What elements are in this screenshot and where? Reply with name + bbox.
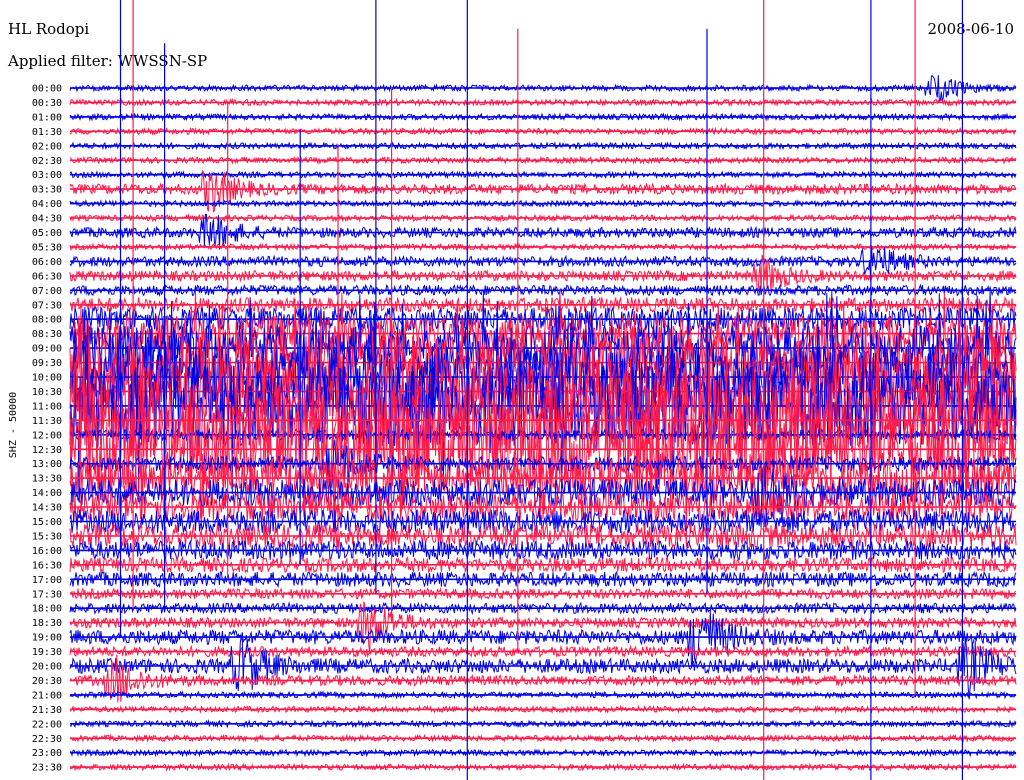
row-time-label: 23:30: [32, 763, 62, 774]
row-time-label: 11:00: [32, 401, 62, 412]
row-time-label: 21:30: [32, 705, 62, 716]
row-time-label: 09:00: [32, 344, 62, 355]
trace-group: [69, 0, 1017, 780]
row-time-label: 04:30: [32, 214, 62, 225]
row-time-label: 13:00: [32, 459, 62, 470]
row-time-label: 22:30: [32, 734, 62, 745]
row-time-label: 03:00: [32, 170, 62, 181]
row-time-label: 21:00: [32, 690, 62, 701]
row-time-label: 22:00: [32, 719, 62, 730]
row-time-label: 01:30: [32, 127, 62, 138]
row-time-label: 08:30: [32, 329, 62, 340]
row-time-label: 18:00: [32, 604, 62, 615]
row-time-label: 15:30: [32, 532, 62, 543]
row-time-label: 11:30: [32, 416, 62, 427]
row-time-label: 07:30: [32, 300, 62, 311]
row-time-label: 10:30: [32, 387, 62, 398]
trace-row: [69, 611, 1017, 667]
row-time-label: 02:30: [32, 156, 62, 167]
station-title: HL Rodopi: [8, 20, 89, 38]
row-time-label: 14:30: [32, 503, 62, 514]
row-time-label: 13:30: [32, 474, 62, 485]
row-time-label: 07:00: [32, 286, 62, 297]
filter-label: Applied filter: WWSSN-SP: [7, 52, 207, 70]
row-time-label: 06:00: [32, 257, 62, 268]
row-time-label: 00:00: [32, 84, 62, 95]
row-time-label: 16:00: [32, 546, 62, 557]
row-time-label: 16:30: [32, 560, 62, 571]
row-time-label: 20:00: [32, 662, 62, 673]
row-time-label: 03:30: [32, 185, 62, 196]
row-time-label: 19:00: [32, 633, 62, 644]
trace-row: [69, 636, 1017, 700]
row-time-label: 12:00: [32, 430, 62, 441]
row-time-label: 23:00: [32, 748, 62, 759]
helicorder-svg: HL Rodopi 2008-06-10 Applied filter: WWS…: [7, 0, 1017, 780]
y-axis-label: SHZ - 50000: [8, 392, 19, 458]
row-time-label: 10:00: [32, 373, 62, 384]
row-time-label: 20:30: [32, 676, 62, 687]
row-time-label: 05:30: [32, 242, 62, 253]
row-time-label: 06:30: [32, 271, 62, 282]
row-time-label: 12:30: [32, 445, 62, 456]
helicorder-plot: HL Rodopi 2008-06-10 Applied filter: WWS…: [0, 0, 1024, 780]
row-time-label: 14:00: [32, 488, 62, 499]
row-time-label: 05:00: [32, 228, 62, 239]
row-time-label: 19:30: [32, 647, 62, 658]
row-time-label: 04:00: [32, 199, 62, 210]
row-time-label: 17:30: [32, 589, 62, 600]
row-time-label: 09:30: [32, 358, 62, 369]
row-time-label: 00:30: [32, 98, 62, 109]
date-label: 2008-06-10: [928, 20, 1014, 38]
row-time-label: 02:00: [32, 141, 62, 152]
row-time-label: 17:00: [32, 575, 62, 586]
row-time-label: 18:30: [32, 618, 62, 629]
tick-label-group: 00:00 00:30 01:00 01:30 02:00 02:30 03:00 03:30…: [32, 84, 62, 774]
row-time-label: 01:00: [32, 112, 62, 123]
row-time-label: 08:00: [32, 315, 62, 326]
row-time-label: 15:00: [32, 517, 62, 528]
